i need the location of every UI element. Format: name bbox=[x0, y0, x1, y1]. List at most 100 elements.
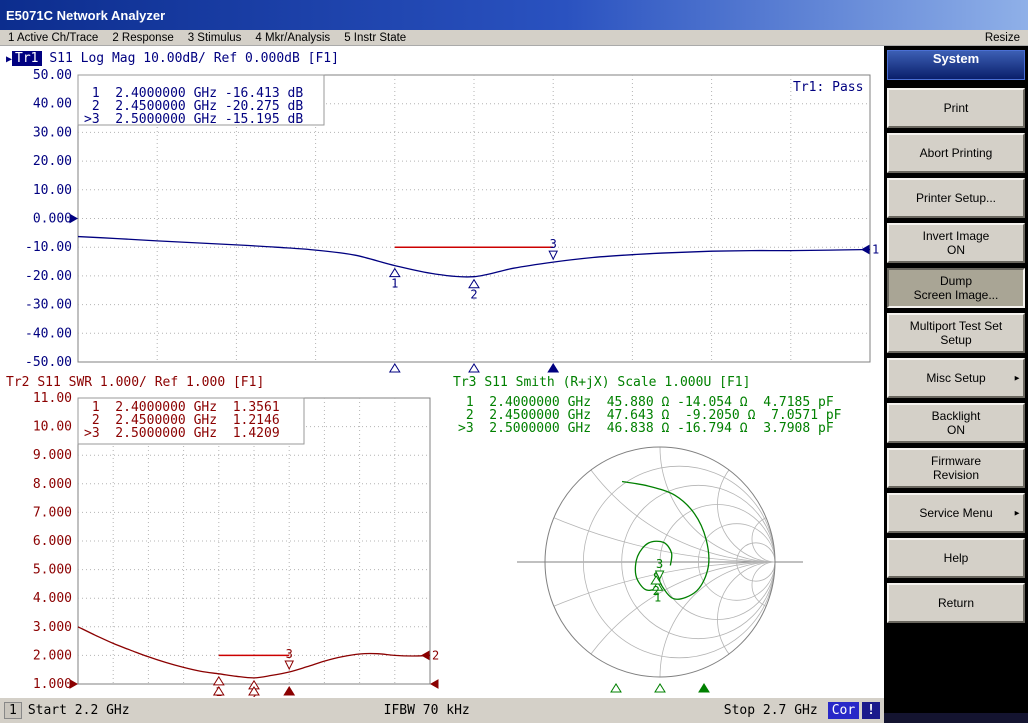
channel-indicator: 1 bbox=[4, 702, 22, 719]
softkey-label: Revision bbox=[933, 468, 979, 482]
softkey-service-menu[interactable]: Service Menu ► bbox=[887, 493, 1025, 533]
window-title: E5071C Network Analyzer bbox=[0, 8, 165, 23]
trace3-marker-readout: 1 2.4000000 GHz 45.880 Ω -14.054 Ω 4.718… bbox=[458, 396, 842, 435]
softkey-list: Print Abort Printing Printer Setup... Inver… bbox=[884, 88, 1028, 623]
tr1-marker-3-label: 3 bbox=[550, 237, 557, 251]
softkey-label: Return bbox=[938, 596, 974, 610]
menu-item-5-instr-state[interactable]: 5 Instr State bbox=[344, 32, 406, 44]
softkey-backlight-on[interactable]: BacklightON bbox=[887, 403, 1025, 443]
tr1-marker-1-label: 1 bbox=[391, 277, 398, 291]
softkey-help[interactable]: Help bbox=[887, 538, 1025, 578]
tr2-marker-1[interactable] bbox=[214, 677, 224, 685]
tr3-stimulus-marker-3 bbox=[699, 684, 709, 692]
tr2-y-tick-label: 2.000 bbox=[33, 648, 72, 663]
tr1-trace-end-indicator bbox=[862, 245, 869, 253]
softkey-print[interactable]: Print bbox=[887, 88, 1025, 128]
tr3-marker-3-label: 3 bbox=[656, 557, 663, 571]
instrument-screen: E5071C Network Analyzer 1 Active Ch/Trac… bbox=[0, 0, 1028, 723]
softkey-label: ON bbox=[947, 243, 965, 257]
status-start-frequency: Start 2.2 GHz bbox=[28, 703, 130, 718]
softkey-label: Print bbox=[944, 101, 969, 115]
softkey-label: Service Menu bbox=[919, 506, 992, 520]
trace2-header[interactable]: Tr2 S11 SWR 1.000/ Ref 1.000 [F1] bbox=[6, 375, 264, 390]
softkey-dump-screen-image[interactable]: DumpScreen Image... bbox=[887, 268, 1025, 308]
trace1-pass-status: Tr1: Pass bbox=[793, 80, 863, 95]
tr2-y-tick-label: 3.000 bbox=[33, 620, 72, 635]
softkey-invert-image-on[interactable]: Invert ImageON bbox=[887, 223, 1025, 263]
trace2-header-text: S11 SWR 1.000/ Ref 1.000 [F1] bbox=[37, 375, 264, 390]
softkey-return[interactable]: Return bbox=[887, 583, 1025, 623]
resize-button[interactable]: Resize bbox=[985, 32, 1020, 44]
softkey-misc-setup[interactable]: Misc Setup ► bbox=[887, 358, 1025, 398]
tr1-marker-2[interactable] bbox=[469, 280, 479, 288]
tr1-y-tick-label: 20.00 bbox=[33, 154, 72, 169]
softkey-label: Setup bbox=[940, 333, 971, 347]
tr1-y-tick-label: -50.00 bbox=[25, 355, 72, 370]
softkey-label: Dump bbox=[940, 274, 972, 288]
tr1-marker-2-label: 2 bbox=[470, 288, 477, 302]
softkey-label: Misc Setup bbox=[926, 371, 985, 385]
tr3-reactance-arc bbox=[660, 332, 884, 562]
tr2-stimulus-marker-3 bbox=[284, 687, 294, 695]
softkey-label: Screen Image... bbox=[914, 288, 999, 302]
plots-canvas: 50.0040.0030.0020.0010.000.000-10.00-20.… bbox=[0, 46, 884, 697]
softkey-printer-setup[interactable]: Printer Setup... bbox=[887, 178, 1025, 218]
tr1-ref-level-indicator bbox=[70, 215, 77, 223]
softkey-firmware-revision[interactable]: FirmwareRevision bbox=[887, 448, 1025, 488]
tr1-y-tick-label: -40.00 bbox=[25, 326, 72, 341]
tr3-stimulus-marker-2 bbox=[655, 684, 665, 692]
tr1-y-tick-label: -30.00 bbox=[25, 298, 72, 313]
tr1-marker-1[interactable] bbox=[390, 269, 400, 277]
tr1-y-tick-label: 50.00 bbox=[33, 68, 72, 83]
tr1-stimulus-marker-3 bbox=[548, 364, 558, 372]
tr1-trace bbox=[78, 237, 870, 277]
tr2-y-tick-label: 8.000 bbox=[33, 477, 72, 492]
tr1-stimulus-marker-2 bbox=[469, 364, 479, 372]
marker-readout-row: >3 2.5000000 GHz -15.195 dB bbox=[84, 113, 303, 126]
trace2-marker-readout: 1 2.4000000 GHz 1.3561 2 2.4500000 GHz 1… bbox=[84, 401, 280, 440]
submenu-arrow-icon: ► bbox=[1013, 374, 1021, 383]
tr2-y-tick-label: 11.00 bbox=[33, 391, 72, 406]
menu-item-4-mkr-analysis[interactable]: 4 Mkr/Analysis bbox=[255, 32, 330, 44]
tr2-y-tick-label: 9.000 bbox=[33, 448, 72, 463]
window-titlebar: E5071C Network Analyzer bbox=[0, 0, 1028, 30]
submenu-arrow-icon: ► bbox=[1013, 509, 1021, 518]
tr3-marker-2-label: 2 bbox=[653, 584, 660, 598]
tr2-y-tick-label: 6.000 bbox=[33, 534, 72, 549]
status-alert-badge: ! bbox=[862, 702, 880, 719]
softkey-multiport-test-set-setup[interactable]: Multiport Test SetSetup bbox=[887, 313, 1025, 353]
menu-item-1-active-ch-trace[interactable]: 1 Active Ch/Trace bbox=[8, 32, 98, 44]
softkey-abort-printing[interactable]: Abort Printing bbox=[887, 133, 1025, 173]
softkey-label: Help bbox=[944, 551, 969, 565]
trace3-header[interactable]: Tr3 S11 Smith (R+jX) Scale 1.000U [F1] bbox=[453, 375, 750, 390]
tr2-trace-end-indicator bbox=[422, 651, 429, 659]
tr3-reactance-arc bbox=[718, 562, 833, 677]
softkey-label: Invert Image bbox=[923, 229, 990, 243]
tr1-y-tick-label: -20.00 bbox=[25, 269, 72, 284]
tr3-reactance-arc bbox=[545, 562, 884, 697]
menu-item-2-response[interactable]: 2 Response bbox=[112, 32, 173, 44]
tr2-y-tick-label: 1.000 bbox=[33, 677, 72, 692]
tr1-stimulus-marker-1 bbox=[390, 364, 400, 372]
trace1-marker-readout: 1 2.4000000 GHz -16.413 dB 2 2.4500000 G… bbox=[84, 87, 303, 126]
status-ifbw: IFBW 70 kHz bbox=[384, 703, 470, 718]
trace1-header[interactable]: ▶Tr1 S11 Log Mag 10.00dB/ Ref 0.000dB [F… bbox=[6, 51, 339, 66]
trace1-chip[interactable]: Tr1 bbox=[12, 51, 41, 66]
tr2-marker-3[interactable] bbox=[285, 661, 293, 669]
menu-item-3-stimulus[interactable]: 3 Stimulus bbox=[188, 32, 242, 44]
trace1-header-text: S11 Log Mag 10.00dB/ Ref 0.000dB [F1] bbox=[49, 51, 339, 66]
tr2-ref-level-indicator bbox=[70, 680, 77, 688]
tr2-y-tick-label: 4.000 bbox=[33, 591, 72, 606]
taskbar-fragment bbox=[884, 713, 1028, 723]
softkey-label: ON bbox=[947, 423, 965, 437]
tr1-y-tick-label: 30.00 bbox=[33, 125, 72, 140]
softkey-label: Backlight bbox=[932, 409, 981, 423]
tr1-marker-3[interactable] bbox=[549, 251, 557, 259]
tr2-trace-number: 2 bbox=[432, 648, 439, 662]
trace3-name: Tr3 bbox=[453, 375, 476, 390]
tr1-y-tick-label: 10.00 bbox=[33, 183, 72, 198]
menu-items: 1 Active Ch/Trace 2 Response 3 Stimulus 4 M… bbox=[8, 32, 406, 44]
tr1-y-tick-label: 0.000 bbox=[33, 212, 72, 227]
softkey-label: Multiport Test Set bbox=[910, 319, 1002, 333]
tr3-stimulus-marker-1 bbox=[611, 684, 621, 692]
